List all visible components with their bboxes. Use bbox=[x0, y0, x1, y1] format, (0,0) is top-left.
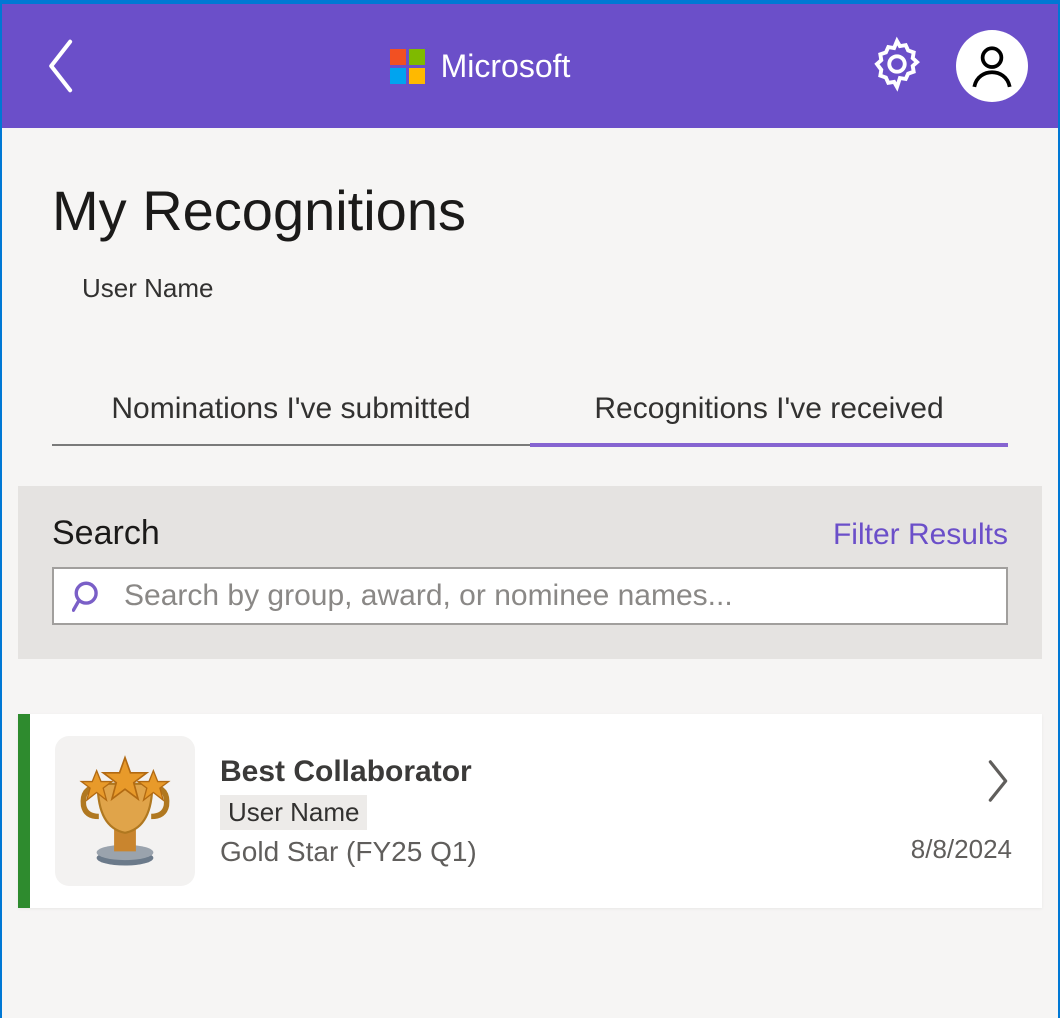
search-box[interactable] bbox=[52, 567, 1008, 625]
search-header: Search Filter Results bbox=[52, 514, 1008, 553]
profile-button[interactable] bbox=[956, 30, 1028, 102]
tab-label: Nominations I've submitted bbox=[111, 392, 470, 425]
card-right: 8/8/2024 bbox=[911, 758, 1012, 865]
page-content: My Recognitions User Name Nominations I'… bbox=[2, 128, 1058, 908]
award-badge bbox=[55, 736, 195, 886]
search-section: Search Filter Results bbox=[18, 486, 1042, 659]
trophy-icon bbox=[70, 751, 180, 871]
chevron-left-icon bbox=[45, 39, 79, 93]
brand: Microsoft bbox=[390, 48, 571, 85]
search-input[interactable] bbox=[124, 579, 988, 613]
tab-label: Recognitions I've received bbox=[594, 392, 943, 425]
tab-nominations-submitted[interactable]: Nominations I've submitted bbox=[52, 374, 530, 444]
card-body: Best Collaborator User Name Gold Star (F… bbox=[220, 755, 911, 868]
recognition-subtitle: Gold Star (FY25 Q1) bbox=[220, 836, 911, 868]
recognition-date: 8/8/2024 bbox=[911, 834, 1012, 865]
back-button[interactable] bbox=[32, 36, 92, 96]
recognition-user: User Name bbox=[220, 795, 367, 830]
microsoft-logo-icon bbox=[390, 49, 425, 84]
gear-icon bbox=[868, 35, 926, 93]
chevron-right-icon bbox=[984, 758, 1012, 804]
page-title: My Recognitions bbox=[52, 178, 1008, 243]
search-label: Search bbox=[52, 514, 160, 553]
recognition-title: Best Collaborator bbox=[220, 755, 911, 789]
search-icon bbox=[72, 579, 106, 613]
page-subtitle: User Name bbox=[82, 273, 1008, 304]
brand-label: Microsoft bbox=[441, 48, 571, 85]
person-icon bbox=[967, 41, 1017, 91]
app-header: Microsoft bbox=[2, 0, 1058, 128]
filter-results-link[interactable]: Filter Results bbox=[833, 518, 1008, 552]
header-actions bbox=[868, 30, 1028, 102]
recognition-card[interactable]: Best Collaborator User Name Gold Star (F… bbox=[18, 714, 1042, 908]
tabs: Nominations I've submitted Recognitions … bbox=[52, 374, 1008, 446]
settings-button[interactable] bbox=[868, 35, 926, 98]
tab-recognitions-received[interactable]: Recognitions I've received bbox=[530, 374, 1008, 444]
